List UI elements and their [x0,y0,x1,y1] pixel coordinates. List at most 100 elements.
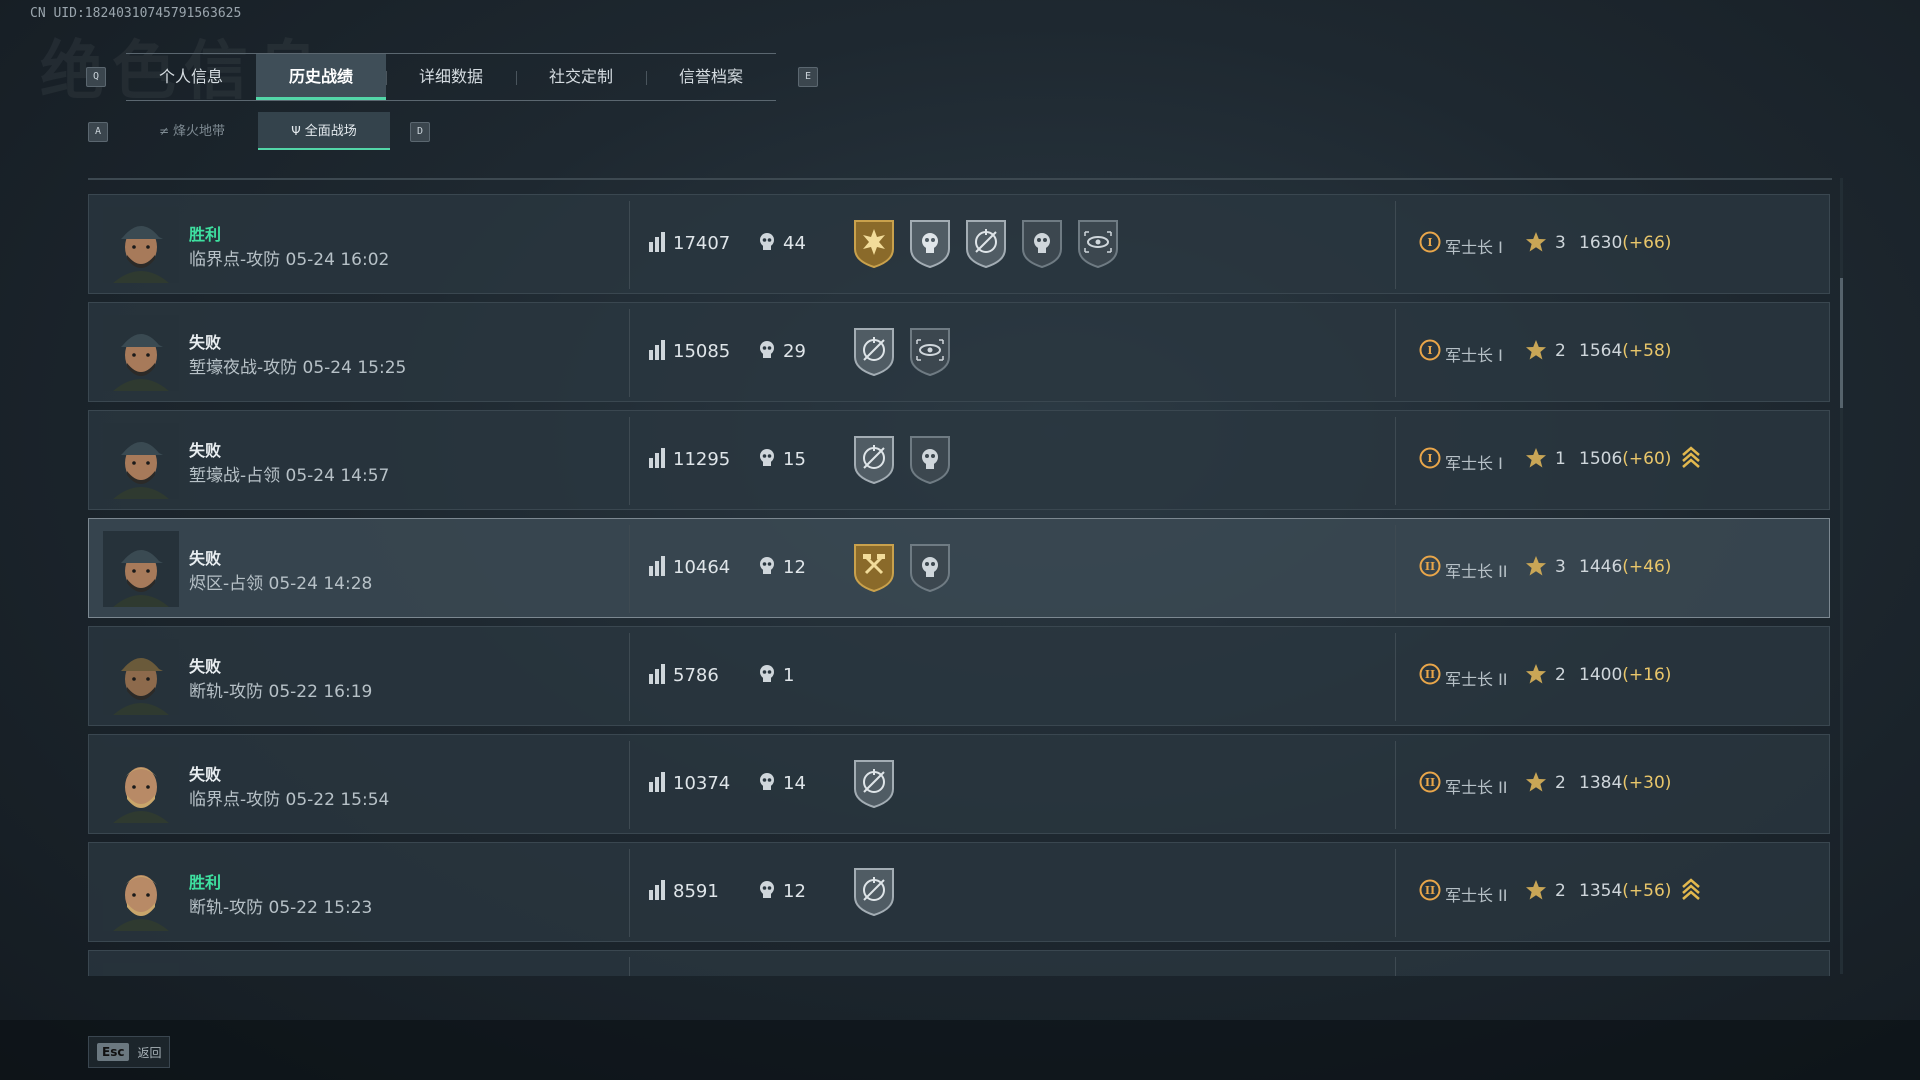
rank-points: 1446(+46) [1579,557,1671,577]
rank-points: 1354(+56) [1579,881,1671,901]
esc-key: Esc [97,1043,130,1061]
medals-group [851,757,897,809]
match-row[interactable]: 失败 临界点-攻防 05-22 15:54 10374 14 II 军士长 II 2 1384… [88,734,1830,834]
match-row[interactable]: 失败 堑壕战-占领 05-24 14:57 11295 15 I 军士长 I 1 1506(+… [88,410,1830,510]
rank-points: 1506(+60) [1579,449,1671,469]
subtab-label: 全面战场 [304,124,357,139]
points-value: 1400 [1579,665,1623,685]
dark-skull-medal-icon [910,436,950,485]
rank-emblem-icon: II [1419,663,1441,685]
player-avatar [103,315,179,391]
rank-name: 军士长 II [1445,562,1508,581]
match-row[interactable]: 失败 堑壕夜战-攻防 05-24 15:25 15085 29 I 军士长 I 2 1564(… [88,302,1830,402]
subtab-icon: ≠ [158,124,170,138]
kills-skull-icon [760,881,774,898]
player-avatar [103,423,179,499]
score-bar-icon [649,448,665,468]
divider [629,633,630,721]
sub-tabs: ≠ 烽火地带 Ψ 全面战场 [126,112,390,150]
rank-emblem-icon: I [1419,447,1441,469]
kills-value: 12 [783,557,806,578]
prev-subtab-key[interactable]: A [88,122,108,142]
score-bar-icon [649,340,665,360]
next-subtab-key[interactable]: D [410,122,430,142]
match-history-list[interactable]: 胜利 临界点-攻防 05-24 16:02 17407 44 I 军士长 I 3 1630(+… [88,178,1832,976]
svg-text:I: I [1427,452,1432,465]
svg-text:II: II [1425,560,1435,573]
points-value: 1384 [1579,773,1623,793]
tab-5[interactable]: 信誉档案 [646,54,776,100]
divider [629,417,630,505]
kills-skull-icon [760,557,774,574]
map-mode-time: 堑壕夜战-攻防 05-24 15:25 [189,358,407,378]
star-count: 3 [1555,557,1566,577]
map-mode-time: 断轨-攻防 05-22 16:19 [189,682,373,702]
points-value: 1630 [1579,233,1623,253]
match-result: 失败 [189,441,222,460]
player-avatar [103,855,179,931]
divider [629,957,630,976]
divider [1395,417,1396,505]
player-avatar [103,531,179,607]
subtab-1[interactable]: ≠ 烽火地带 [126,112,258,150]
dark-eye-medal-icon [1078,220,1118,269]
divider [629,525,630,613]
bottom-bar [0,1020,1920,1080]
prev-tab-key[interactable]: Q [86,67,106,87]
subtab-2[interactable]: Ψ 全面战场 [258,112,390,150]
kills-skull-icon [760,773,774,790]
medals-group [851,541,953,593]
kills-value: 44 [783,233,806,254]
star-icon [1526,880,1546,900]
tab-2[interactable]: 历史战绩 [256,54,386,100]
tab-1[interactable]: 个人信息 [126,54,256,100]
silver-crosshair-medal-icon [854,760,894,809]
divider [1395,633,1396,721]
uid-label: CN UID:18240310745791563625 [30,6,242,21]
scrollbar[interactable] [1840,178,1843,974]
divider [1395,957,1396,976]
rank-name: 军士长 II [1445,886,1508,905]
star-icon [1526,772,1546,792]
match-row[interactable]: 失败 断轨-攻防 05-22 16:19 5786 1 II 军士长 II 2 1400(+1… [88,626,1830,726]
star-count: 2 [1555,881,1566,901]
match-row[interactable]: 胜利 临界点-攻防 05-24 16:02 17407 44 I 军士长 I 3 1630(+… [88,194,1830,294]
kills-value: 1 [783,665,795,686]
points-delta: (+66) [1622,233,1672,253]
points-value: 1564 [1579,341,1623,361]
score-value: 8591 [673,881,719,902]
match-row[interactable]: 胜利 断轨-攻防 05-22 15:23 8591 12 II 军士长 II 2 1354(+… [88,842,1830,942]
rank-points: 1564(+58) [1579,341,1671,361]
star-icon [1526,232,1546,252]
next-tab-key[interactable]: E [798,67,818,87]
tab-3[interactable]: 详细数据 [386,54,516,100]
dark-eye-medal-icon [910,328,950,377]
points-delta: (+16) [1622,665,1672,685]
rank-name: 军士长 I [1445,238,1503,257]
svg-text:II: II [1425,776,1435,789]
divider [1395,309,1396,397]
rank-name: 军士长 I [1445,346,1503,365]
match-result: 胜利 [189,225,222,244]
back-button[interactable]: Esc 返回 [88,1036,171,1068]
match-row[interactable]: 失败 烬区-占领 05-24 14:28 10464 12 II 军士长 II 3 1446(… [88,518,1830,618]
rank-points: 1400(+16) [1579,665,1671,685]
silver-crosshair-medal-icon [854,328,894,377]
tab-4[interactable]: 社交定制 [516,54,646,100]
divider [629,849,630,937]
match-row[interactable] [88,950,1830,976]
scrollbar-thumb[interactable] [1840,278,1843,408]
svg-text:I: I [1427,236,1432,249]
score-value: 17407 [673,233,731,254]
rank-emblem-icon: I [1419,339,1441,361]
score-value: 15085 [673,341,731,362]
points-delta: (+58) [1622,341,1672,361]
main-tabs: 个人信息 历史战绩 详细数据 社交定制 信誉档案 [126,53,776,101]
score-bar-icon [649,772,665,792]
gold-hammer-medal-icon [854,544,894,593]
divider [1395,525,1396,613]
rank-points: 1630(+66) [1579,233,1671,253]
star-icon [1526,448,1546,468]
kills-skull-icon [760,233,774,250]
medals-group [851,433,953,485]
